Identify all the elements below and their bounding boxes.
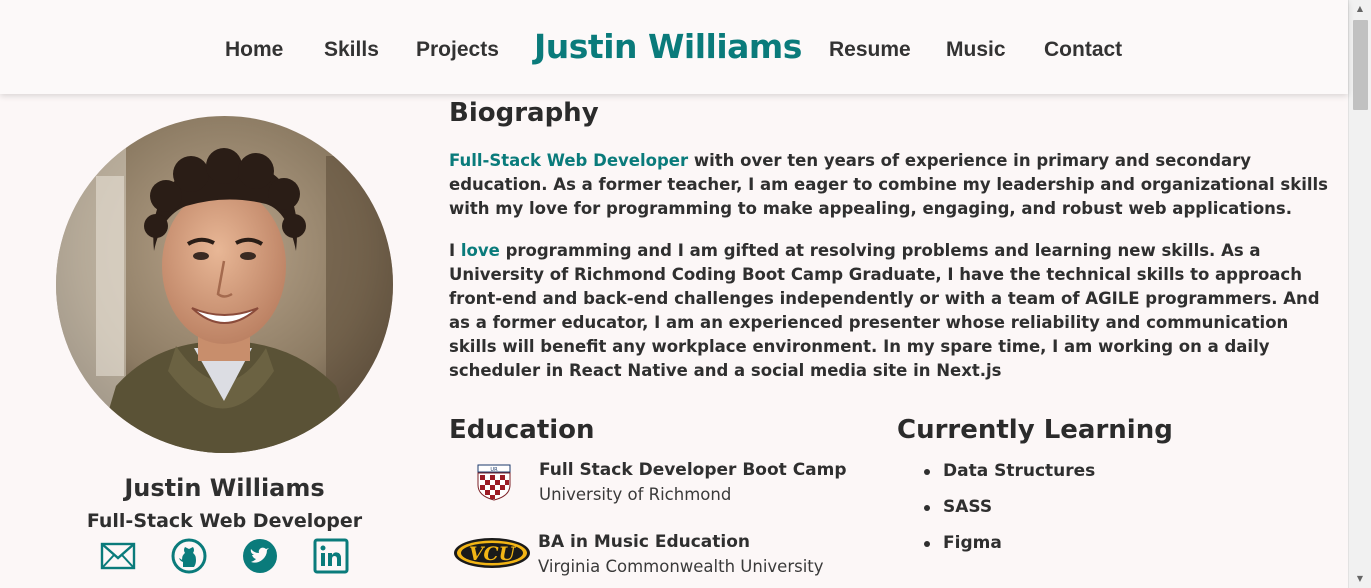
- biography-paragraph-2: I love programming and I am gifted at re…: [449, 239, 1339, 383]
- bullet-icon: [924, 541, 930, 547]
- education-item: UR Full Stack Developer Boot Camp Univer…: [449, 460, 869, 512]
- education-degree: BA in Music Education: [538, 532, 751, 552]
- learning-item-label: Figma: [943, 533, 1002, 553]
- scrollbar-thumb[interactable]: [1353, 20, 1368, 110]
- learning-item-label: SASS: [943, 497, 993, 517]
- svg-text:VCU: VCU: [469, 543, 517, 565]
- nav-projects-link[interactable]: Projects: [416, 38, 499, 62]
- scroll-up-icon[interactable]: ▲: [1349, 0, 1371, 18]
- biography-paragraph-1: Full-Stack Web Developer with over ten y…: [449, 149, 1339, 221]
- nav-resume-link[interactable]: Resume: [829, 38, 911, 62]
- profile-name: Justin Williams: [124, 474, 325, 502]
- education-school: Virginia Commonwealth University: [538, 557, 824, 576]
- svg-text:UR: UR: [490, 467, 498, 473]
- learning-item: Data Structures: [918, 460, 1095, 496]
- learning-list: Data Structures SASS Figma: [918, 460, 1095, 568]
- github-icon[interactable]: [171, 538, 207, 574]
- education-degree: Full Stack Developer Boot Camp: [539, 460, 847, 480]
- biography-heading: Biography: [449, 98, 599, 128]
- currently-learning-heading: Currently Learning: [897, 415, 1173, 445]
- vcu-logo: VCU: [453, 536, 531, 574]
- education-item: VCU BA in Music Education Virginia Commo…: [449, 532, 869, 584]
- navbar: Home Skills Projects Justin Williams Res…: [0, 0, 1348, 94]
- nav-music-link[interactable]: Music: [946, 38, 1006, 62]
- page-scrollbar[interactable]: ▲ ▼: [1348, 0, 1371, 588]
- highlight-fullstack: Full-Stack Web Developer: [449, 151, 689, 170]
- profile-photo: [56, 116, 393, 453]
- bullet-icon: [924, 505, 930, 511]
- nav-contact-link[interactable]: Contact: [1044, 38, 1122, 62]
- mail-icon[interactable]: [100, 538, 136, 574]
- brand-title[interactable]: Justin Williams: [534, 27, 802, 66]
- twitter-icon[interactable]: [242, 538, 278, 574]
- bullet-icon: [924, 469, 930, 475]
- biography-text-2b: programming and I am gifted at resolving…: [449, 241, 1320, 380]
- highlight-love: love: [460, 241, 500, 260]
- university-of-richmond-logo: UR: [476, 463, 512, 505]
- linkedin-icon[interactable]: [313, 538, 349, 574]
- education-heading: Education: [449, 415, 595, 445]
- education-school: University of Richmond: [539, 485, 732, 504]
- learning-item: SASS: [918, 496, 1095, 532]
- learning-item-label: Data Structures: [943, 461, 1096, 481]
- learning-item: Figma: [918, 532, 1095, 568]
- biography-text-2a: I: [449, 241, 461, 260]
- scroll-down-icon[interactable]: ▼: [1349, 570, 1371, 588]
- nav-skills-link[interactable]: Skills: [324, 38, 379, 62]
- nav-home-link[interactable]: Home: [225, 38, 283, 62]
- profile-title: Full-Stack Web Developer: [86, 510, 363, 532]
